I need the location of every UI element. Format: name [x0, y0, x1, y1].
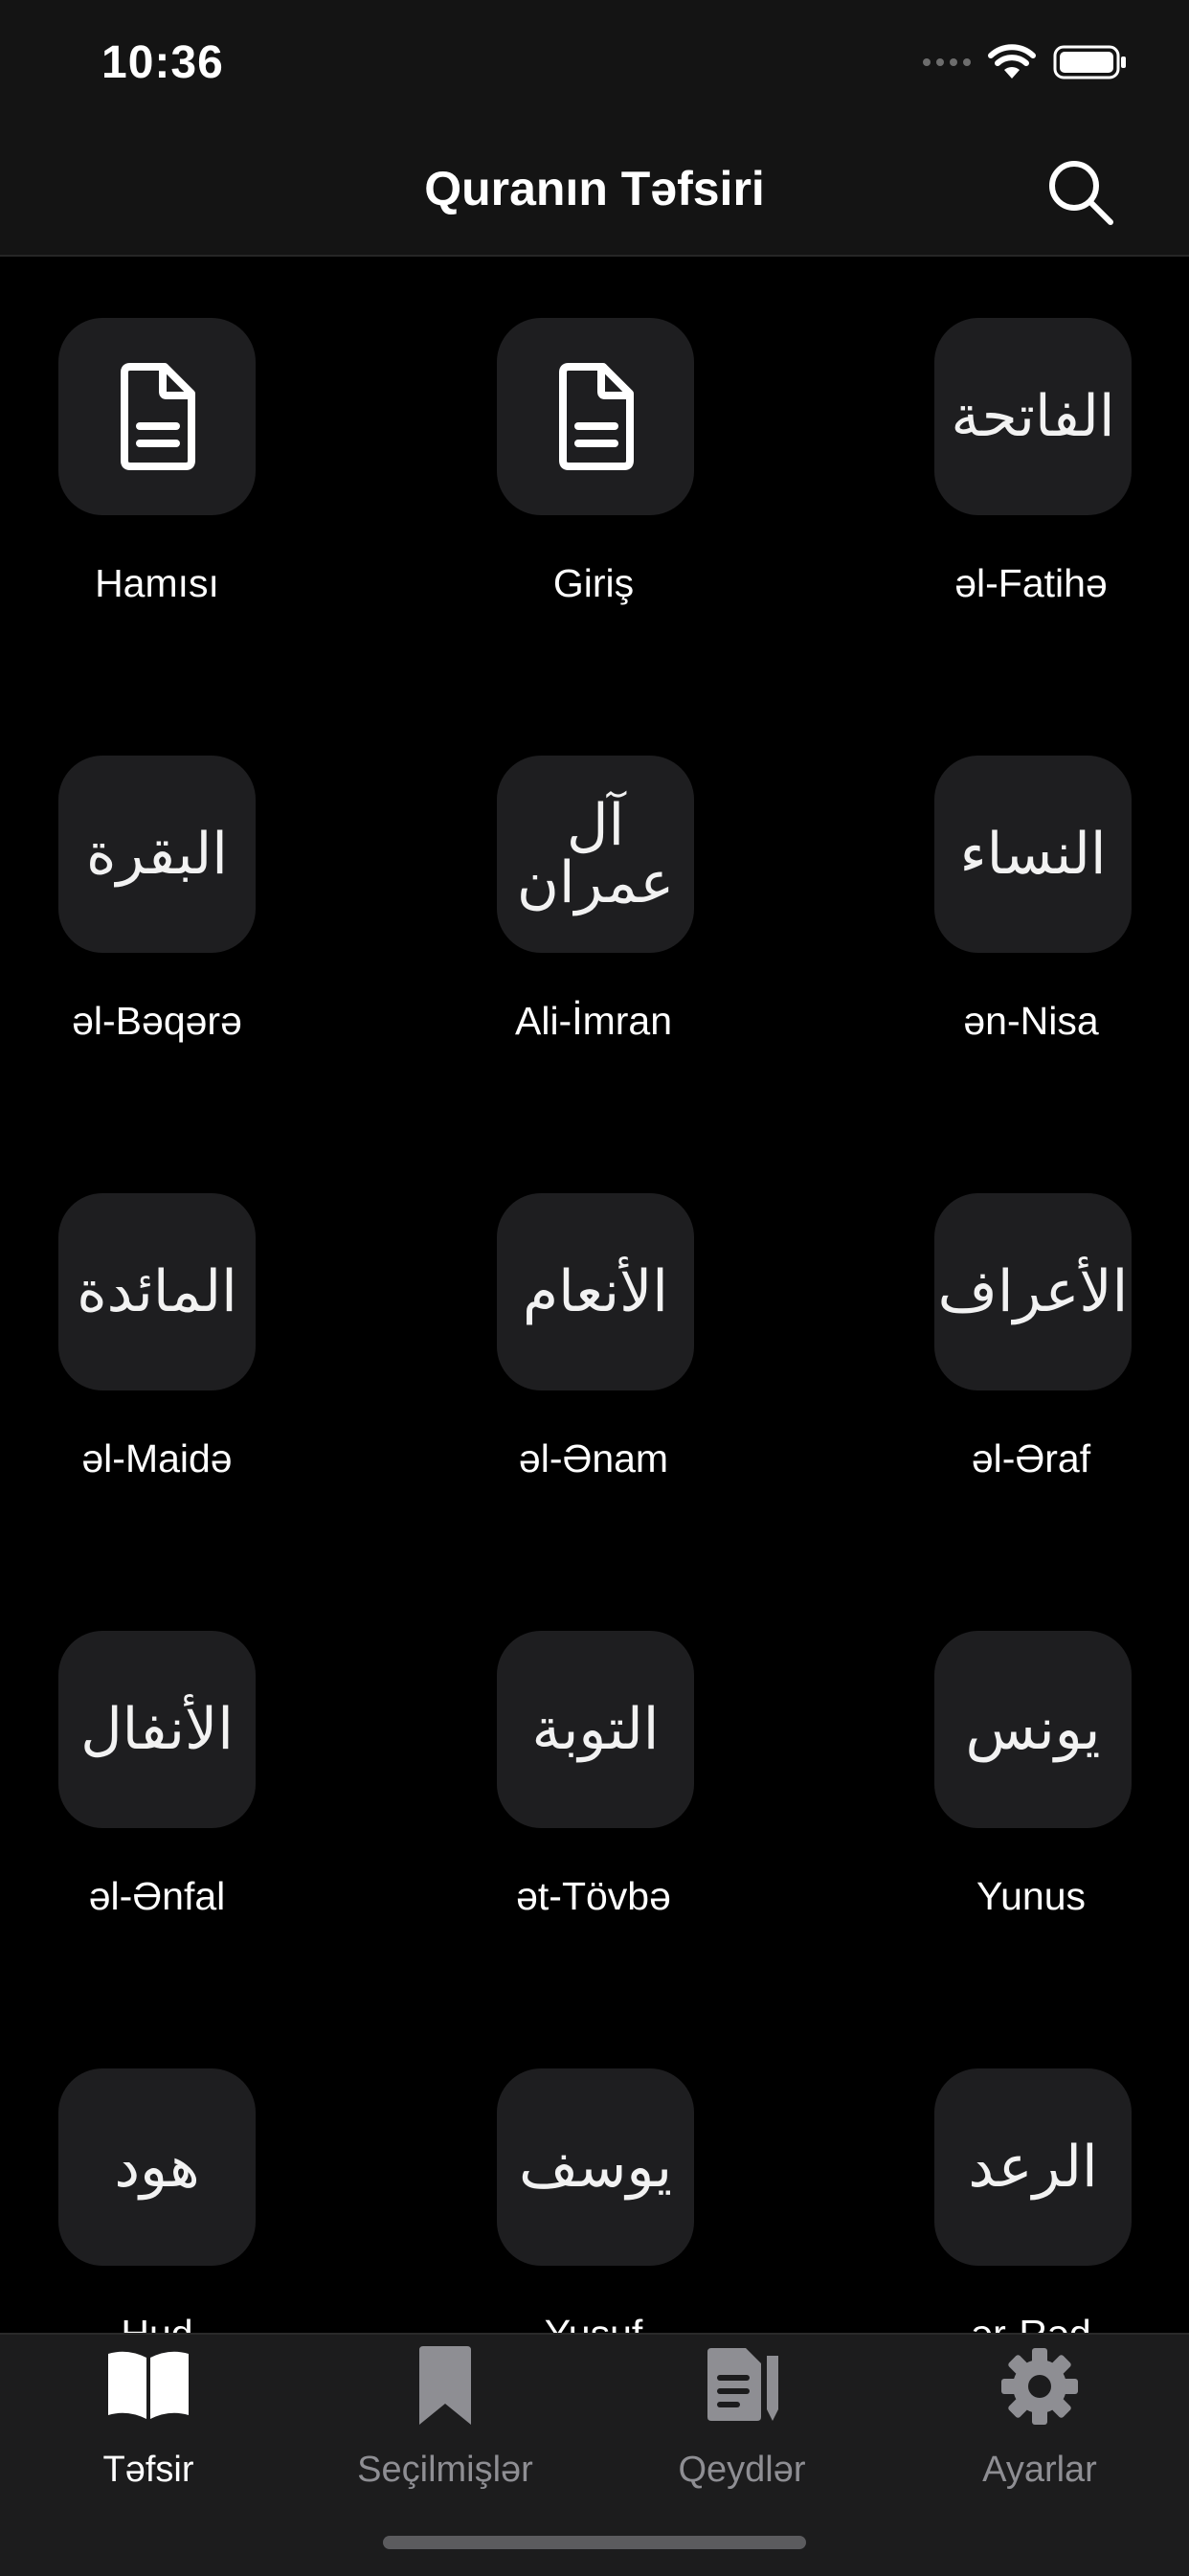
- surah-cell[interactable]: Hamısı: [0, 257, 396, 694]
- surah-calligraphy: الرعد: [968, 2134, 1098, 2201]
- surah-label: əl-Bəqərə: [72, 999, 242, 1043]
- cellular-signal-icon: [923, 58, 971, 66]
- surah-calligraphy: التوبة: [531, 1696, 660, 1763]
- surah-cell[interactable]: الأعراف əl-Əraf: [875, 1132, 1189, 1570]
- home-indicator[interactable]: [383, 2536, 806, 2549]
- surah-cell[interactable]: الأنفال əl-Ənfal: [0, 1570, 396, 2007]
- surah-calligraphy: يوسف: [518, 2134, 673, 2201]
- surah-calligraphy: آل عمران: [516, 792, 675, 916]
- surah-cell[interactable]: الفاتحة əl-Fatihə: [875, 257, 1189, 694]
- surah-label: əl-Maidə: [81, 1436, 233, 1480]
- calligraphy-tile[interactable]: التوبة: [497, 1631, 694, 1828]
- surah-cell[interactable]: النساء ən-Nisa: [875, 694, 1189, 1132]
- calligraphy-tile[interactable]: الأعراف: [934, 1193, 1132, 1390]
- calligraphy-tile[interactable]: هود: [58, 2068, 256, 2266]
- surah-cell[interactable]: البقرة əl-Bəqərə: [0, 694, 396, 1132]
- calligraphy-tile[interactable]: الأنفال: [58, 1631, 256, 1828]
- search-icon: [1049, 161, 1113, 225]
- tab-label: Ayarlar: [982, 2450, 1097, 2490]
- tab-tefsir[interactable]: Təfsir: [0, 2335, 297, 2517]
- notes-icon: [707, 2348, 778, 2421]
- status-icons: [923, 44, 1128, 80]
- tab-secilmisler[interactable]: Seçilmişlər: [297, 2335, 594, 2517]
- calligraphy-tile[interactable]: الفاتحة: [934, 318, 1132, 515]
- tab-ayarlar[interactable]: Ayarlar: [890, 2335, 1189, 2517]
- gear-icon: [1001, 2348, 1078, 2425]
- surah-calligraphy: هود: [114, 2134, 200, 2201]
- tab-label: Seçilmişlər: [357, 2450, 533, 2490]
- surah-cell[interactable]: آل عمران Ali-İmran: [437, 694, 834, 1132]
- calligraphy-tile[interactable]: الأنعام: [497, 1193, 694, 1390]
- document-icon: [559, 363, 634, 470]
- surah-label: əl-Ənam: [518, 1436, 669, 1480]
- surah-label: Hamısı: [95, 561, 219, 605]
- surah-cell[interactable]: المائدة əl-Maidə: [0, 1132, 396, 1570]
- surah-cell[interactable]: الرعدər-Rəd: [875, 2007, 1189, 2333]
- surah-cell[interactable]: التوبة ət-Tövbə: [437, 1570, 834, 2007]
- tab-qeydler[interactable]: Qeydlər: [594, 2335, 890, 2517]
- surah-label: Yusuf: [395, 2312, 792, 2333]
- navigation-bar: Quranın Təfsiri: [0, 134, 1189, 257]
- surah-calligraphy: المائدة: [77, 1258, 237, 1325]
- document-tile[interactable]: [497, 318, 694, 515]
- page-title: Quranın Təfsiri: [424, 162, 765, 215]
- surah-cell[interactable]: الأنعام əl-Ənam: [437, 1132, 834, 1570]
- surah-label: ər-Rəd: [833, 2312, 1189, 2333]
- calligraphy-tile[interactable]: النساء: [934, 756, 1132, 953]
- surah-calligraphy: الأنعام: [523, 1258, 668, 1325]
- calligraphy-tile[interactable]: البقرة: [58, 756, 256, 953]
- surah-calligraphy: يونس: [965, 1696, 1101, 1763]
- calligraphy-tile[interactable]: يونس: [934, 1631, 1132, 1828]
- surah-label: Hud: [0, 2312, 355, 2333]
- status-bar: 10:36: [0, 0, 1189, 134]
- surah-calligraphy: الأعراف: [937, 1258, 1129, 1325]
- surah-cell[interactable]: Giriş: [437, 257, 834, 694]
- battery-icon: [1053, 45, 1126, 79]
- calligraphy-tile[interactable]: آل عمران: [497, 756, 694, 953]
- tab-label: Təfsir: [102, 2450, 194, 2490]
- surah-label: əl-Fatihə: [954, 561, 1108, 605]
- document-tile[interactable]: [58, 318, 256, 515]
- tab-label: Qeydlər: [678, 2450, 806, 2490]
- surah-calligraphy: البقرة: [86, 821, 228, 888]
- status-time: 10:36: [101, 37, 224, 88]
- calligraphy-tile[interactable]: يوسف: [497, 2068, 694, 2266]
- surah-calligraphy: النساء: [959, 821, 1107, 888]
- surah-cell[interactable]: هود Hud: [0, 2007, 396, 2333]
- surah-calligraphy: الأنفال: [80, 1696, 234, 1763]
- surah-label: əl-Əraf: [971, 1436, 1091, 1480]
- surah-calligraphy: الفاتحة: [951, 383, 1115, 450]
- surah-cell[interactable]: يوسفYusuf: [437, 2007, 834, 2333]
- calligraphy-tile[interactable]: الرعد: [934, 2068, 1132, 2266]
- surah-label: əl-Ənfal: [88, 1874, 226, 1918]
- surah-cell[interactable]: يونس Yunus: [875, 1570, 1189, 2007]
- search-button[interactable]: [1043, 155, 1116, 228]
- surah-label: Ali-İmran: [514, 999, 673, 1043]
- open-book-icon: [108, 2351, 189, 2419]
- bookmark-icon: [419, 2346, 471, 2425]
- calligraphy-tile[interactable]: المائدة: [58, 1193, 256, 1390]
- surah-label: Yunus: [976, 1874, 1086, 1918]
- wifi-icon: [988, 44, 1036, 79]
- surah-label: Giriş: [552, 561, 635, 605]
- document-icon: [121, 363, 195, 470]
- surah-label: ən-Nisa: [963, 999, 1099, 1043]
- surah-grid: Hamısı Giriş الفاتحة əl-Fatihə البقرة əl-Bəqə…: [0, 257, 1189, 2333]
- surah-label: ət-Tövbə: [516, 1874, 671, 1918]
